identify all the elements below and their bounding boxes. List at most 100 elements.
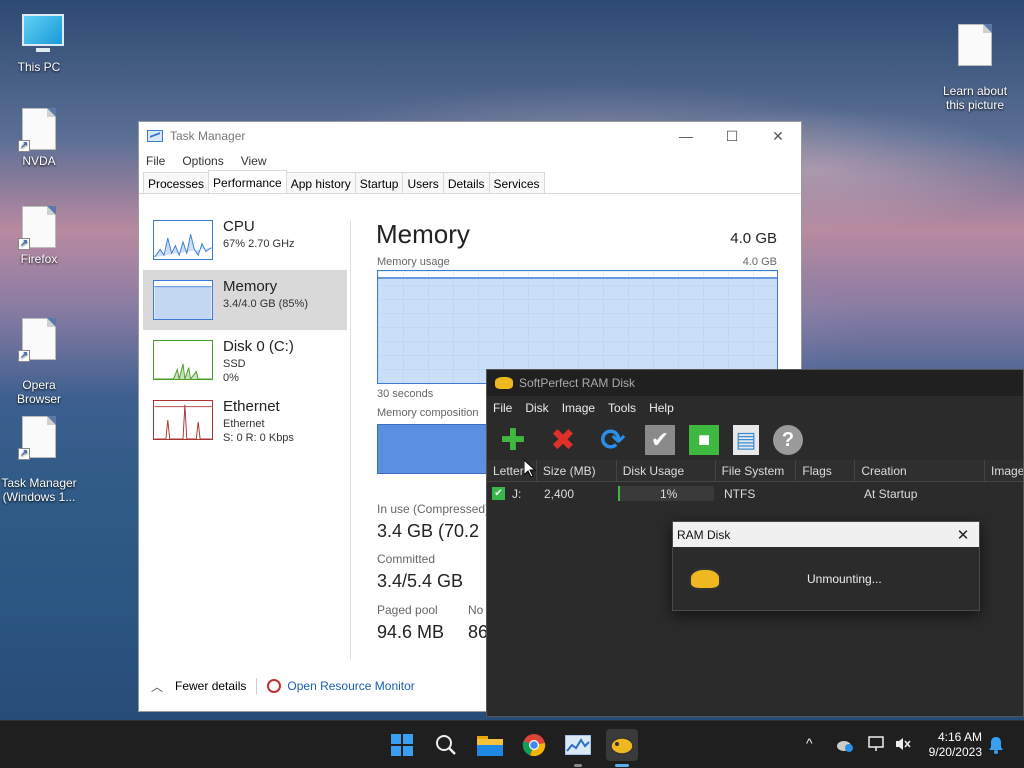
title-bar[interactable]: Task Manager — ☐ ✕ [139, 122, 801, 150]
cell-size: 2,400 [544, 487, 575, 501]
ramdisk-taskbar-button[interactable] [606, 729, 638, 767]
close-button[interactable]: ✕ [755, 128, 801, 145]
table-header: Letter Size (MB) Disk Usage File System … [487, 460, 1023, 482]
computer-icon [22, 14, 64, 52]
memory-total: 4.0 GB [730, 230, 777, 247]
start-button[interactable] [386, 729, 418, 761]
column-flags[interactable]: Flags [796, 460, 856, 481]
menu-view[interactable]: View [241, 154, 267, 168]
sidebar-item-cpu[interactable]: CPU 67% 2.70 GHz [143, 210, 347, 270]
apply-button[interactable]: ✔ [645, 425, 675, 455]
table-row[interactable]: ✔ J: 2,400 1% NTFS At Startup [487, 484, 1023, 504]
menu-tools[interactable]: Tools [608, 401, 636, 415]
sidebar-item-disk[interactable]: Disk 0 (C:) SSD 0% [143, 330, 347, 390]
checkbox-checked-icon[interactable]: ✔ [492, 487, 505, 500]
desktop-icon-task-manager[interactable]: ↗ Task Manager (Windows 1... [0, 402, 78, 518]
search-button[interactable] [430, 729, 462, 761]
cell-file-system: NTFS [724, 487, 756, 501]
stop-button[interactable]: ■ [689, 425, 719, 455]
shortcut-arrow-icon: ↗ [18, 140, 30, 152]
menu-options[interactable]: Options [182, 154, 223, 168]
shortcut-arrow-icon: ↗ [18, 238, 30, 250]
sidebar-item-detail-2: S: 0 R: 0 Kbps [223, 432, 294, 444]
cell-letter: J: [512, 487, 522, 501]
stat-committed-label: Committed [377, 552, 436, 566]
open-resource-monitor-link[interactable]: Open Resource Monitor [287, 679, 414, 693]
column-size[interactable]: Size (MB) [537, 460, 617, 481]
dialog-title: RAM Disk [677, 527, 731, 542]
tab-services[interactable]: Services [488, 172, 545, 193]
clock-time: 4:16 AM [937, 730, 982, 744]
menu-file[interactable]: File [146, 154, 165, 168]
menu-help[interactable]: Help [649, 401, 674, 415]
title-bar[interactable]: SoftPerfect RAM Disk [487, 370, 1023, 396]
close-button[interactable]: ✕ [947, 526, 979, 544]
sidebar-divider [350, 220, 351, 660]
desktop-icon-this-pc[interactable]: This PC [0, 10, 78, 74]
fewer-details-button[interactable]: Fewer details [175, 679, 246, 693]
sidebar-item-detail-2: 0% [223, 372, 239, 384]
sidebar-item-name: Memory [223, 278, 278, 295]
menu-image[interactable]: Image [562, 401, 595, 415]
tab-details[interactable]: Details [442, 172, 490, 193]
network-icon[interactable] [868, 736, 886, 752]
task-manager-icon [147, 130, 163, 142]
column-file-system[interactable]: File System [716, 460, 797, 481]
desktop-icon-label: Task Manager (Windows 1... [1, 476, 77, 504]
save-button[interactable]: ▤ [733, 425, 759, 455]
tab-startup[interactable]: Startup [354, 172, 404, 193]
task-manager-taskbar-button[interactable] [562, 729, 594, 767]
sidebar-item-detail: Ethernet [223, 418, 265, 430]
sidebar-item-ethernet[interactable]: Ethernet Ethernet S: 0 R: 0 Kbps [143, 390, 347, 450]
tab-performance[interactable]: Performance [208, 170, 287, 193]
plus-icon: ✚ [500, 423, 526, 457]
desktop-icon-nvda[interactable]: ↗ NVDA [0, 108, 78, 168]
notification-bell-icon[interactable] [988, 736, 1004, 754]
column-disk-usage[interactable]: Disk Usage [617, 460, 716, 481]
sidebar-item-detail: 3.4/4.0 GB (85%) [223, 298, 308, 310]
running-indicator [574, 764, 582, 767]
search-icon [436, 735, 456, 755]
refresh-button[interactable]: ⟳ [595, 423, 631, 457]
memory-usage-fill [378, 277, 777, 383]
sidebar-item-name: Ethernet [223, 398, 280, 415]
file-explorer-button[interactable] [474, 729, 506, 761]
onedrive-icon[interactable] [836, 737, 854, 753]
column-creation[interactable]: Creation [855, 460, 986, 481]
remove-disk-button[interactable]: ✖ [545, 423, 581, 457]
taskbar: ^ 4:16 AM 9/20/2023 [0, 720, 1024, 768]
volume-muted-icon[interactable] [894, 736, 912, 752]
shortcut-arrow-icon: ↗ [18, 350, 30, 362]
add-disk-button[interactable]: ✚ [495, 423, 531, 457]
page-title: Memory [376, 219, 470, 249]
minimize-button[interactable]: — [663, 128, 709, 145]
floppy-icon: ▤ [735, 427, 757, 452]
column-image[interactable]: Image [985, 460, 1023, 481]
tab-users[interactable]: Users [402, 172, 444, 193]
maximize-button[interactable]: ☐ [709, 128, 755, 145]
tab-processes[interactable]: Processes [143, 172, 210, 193]
window-title: SoftPerfect RAM Disk [519, 376, 636, 390]
stat-in-use-label: In use (Compressed) [377, 502, 490, 516]
desktop-icon-label: Learn about this picture [942, 84, 1008, 112]
dialog-message: Unmounting... [807, 572, 882, 586]
help-button[interactable]: ? [773, 425, 803, 455]
help-icon: ? [781, 428, 795, 451]
menu-file[interactable]: File [493, 401, 512, 415]
chrome-button[interactable] [518, 729, 550, 761]
stat-paged-pool-label: Paged pool [377, 603, 438, 617]
menu-disk[interactable]: Disk [525, 401, 548, 415]
tab-app-history[interactable]: App history [285, 172, 356, 193]
desktop-icon-learn-about-picture[interactable]: Learn about this picture [936, 10, 1014, 126]
desktop-icon-firefox[interactable]: ↗ Firefox [0, 206, 78, 266]
dialog-title-bar[interactable]: RAM Disk ✕ [673, 522, 979, 547]
folder-icon [477, 736, 503, 756]
refresh-icon: ⟳ [600, 423, 626, 457]
menu-bar: File Options View [139, 150, 801, 172]
system-clock[interactable]: 4:16 AM 9/20/2023 [929, 730, 982, 760]
tray-overflow-button[interactable]: ^ [806, 735, 813, 751]
chrome-icon [522, 734, 546, 757]
sidebar-item-memory[interactable]: Memory 3.4/4.0 GB (85%) [143, 270, 347, 330]
stat-committed-value: 3.4/5.4 GB [377, 571, 464, 591]
desktop-icon-label: Firefox [20, 252, 58, 266]
